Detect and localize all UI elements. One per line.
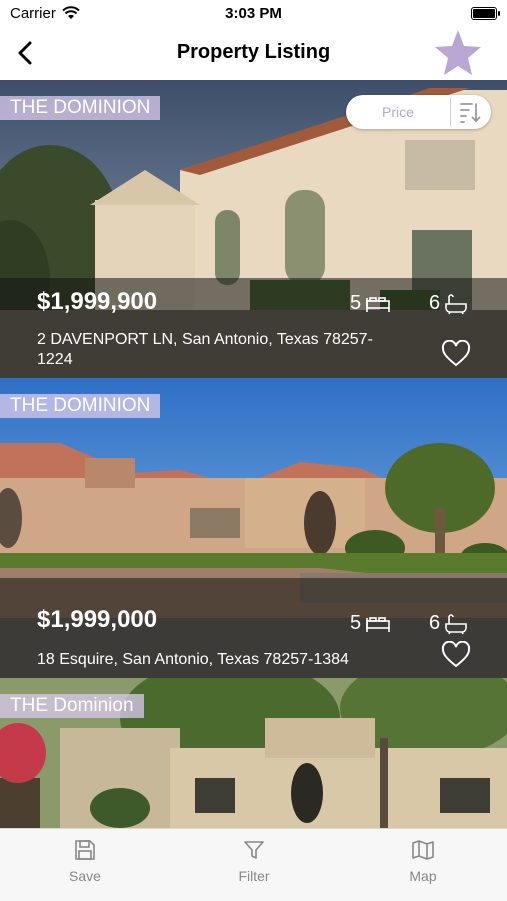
- baths-count: 6: [429, 292, 441, 314]
- tab-filter-label: Filter: [238, 868, 270, 884]
- heart-icon[interactable]: [441, 641, 471, 669]
- sort-control[interactable]: Price: [346, 95, 491, 129]
- tab-bar: Save Filter Map: [0, 828, 507, 901]
- bed-icon: [366, 616, 390, 632]
- heart-icon[interactable]: [441, 340, 471, 368]
- listing-address: 18 Esquire, San Antonio, Texas 78257-138…: [37, 651, 349, 668]
- sort-divider: [450, 98, 451, 126]
- bathtub-icon: [445, 613, 467, 634]
- map-icon: [412, 840, 434, 860]
- tab-save-label: Save: [69, 868, 101, 884]
- beds-count: 5: [350, 292, 362, 314]
- listing-card[interactable]: THE DOMINION Price $1,999,900 5 6 2 DAVE…: [0, 80, 507, 378]
- tab-map-label: Map: [409, 868, 437, 884]
- listing-info-panel: $1,999,900 5 6 2 DAVENPORT LN, San Anton…: [0, 278, 507, 378]
- listing-address: 2 DAVENPORT LN, San Antonio, Texas 78257…: [37, 331, 373, 368]
- listing-card[interactable]: THE Dominion: [0, 678, 507, 828]
- listing-price: $1,999,000: [37, 606, 158, 633]
- beds-count-group: 5: [350, 292, 391, 315]
- baths-count: 6: [429, 612, 441, 634]
- neighborhood-tag: THE DOMINION: [0, 394, 161, 418]
- neighborhood-tag: THE DOMINION: [0, 96, 161, 120]
- listing-info-panel: $1,999,000 5 6 18 Esquire, San Antonio, …: [0, 578, 507, 678]
- save-icon: [75, 840, 95, 860]
- tab-filter[interactable]: Filter: [214, 839, 294, 884]
- sort-label[interactable]: Price: [346, 104, 450, 120]
- baths-count-group: 6: [429, 612, 468, 635]
- navigation-bar: Property Listing: [0, 28, 507, 80]
- star-icon[interactable]: [433, 28, 483, 78]
- tab-map[interactable]: Map: [383, 839, 463, 884]
- clock: 3:03 PM: [225, 5, 282, 22]
- bed-icon: [366, 296, 390, 312]
- listing-price: $1,999,900: [37, 288, 158, 315]
- page-title: Property Listing: [176, 41, 331, 63]
- battery-icon: [471, 7, 500, 20]
- sort-descending-icon[interactable]: [458, 100, 482, 124]
- tab-save[interactable]: Save: [45, 839, 125, 884]
- filter-icon: [244, 841, 264, 859]
- bathtub-icon: [445, 293, 467, 314]
- listing-card[interactable]: THE DOMINION $1,999,000 5 6 18 Esquire, …: [0, 378, 507, 678]
- baths-count-group: 6: [429, 292, 468, 315]
- status-bar: Carrier 3:03 PM: [0, 0, 507, 28]
- neighborhood-tag: THE Dominion: [0, 694, 144, 718]
- beds-count: 5: [350, 612, 362, 634]
- beds-count-group: 5: [350, 612, 391, 635]
